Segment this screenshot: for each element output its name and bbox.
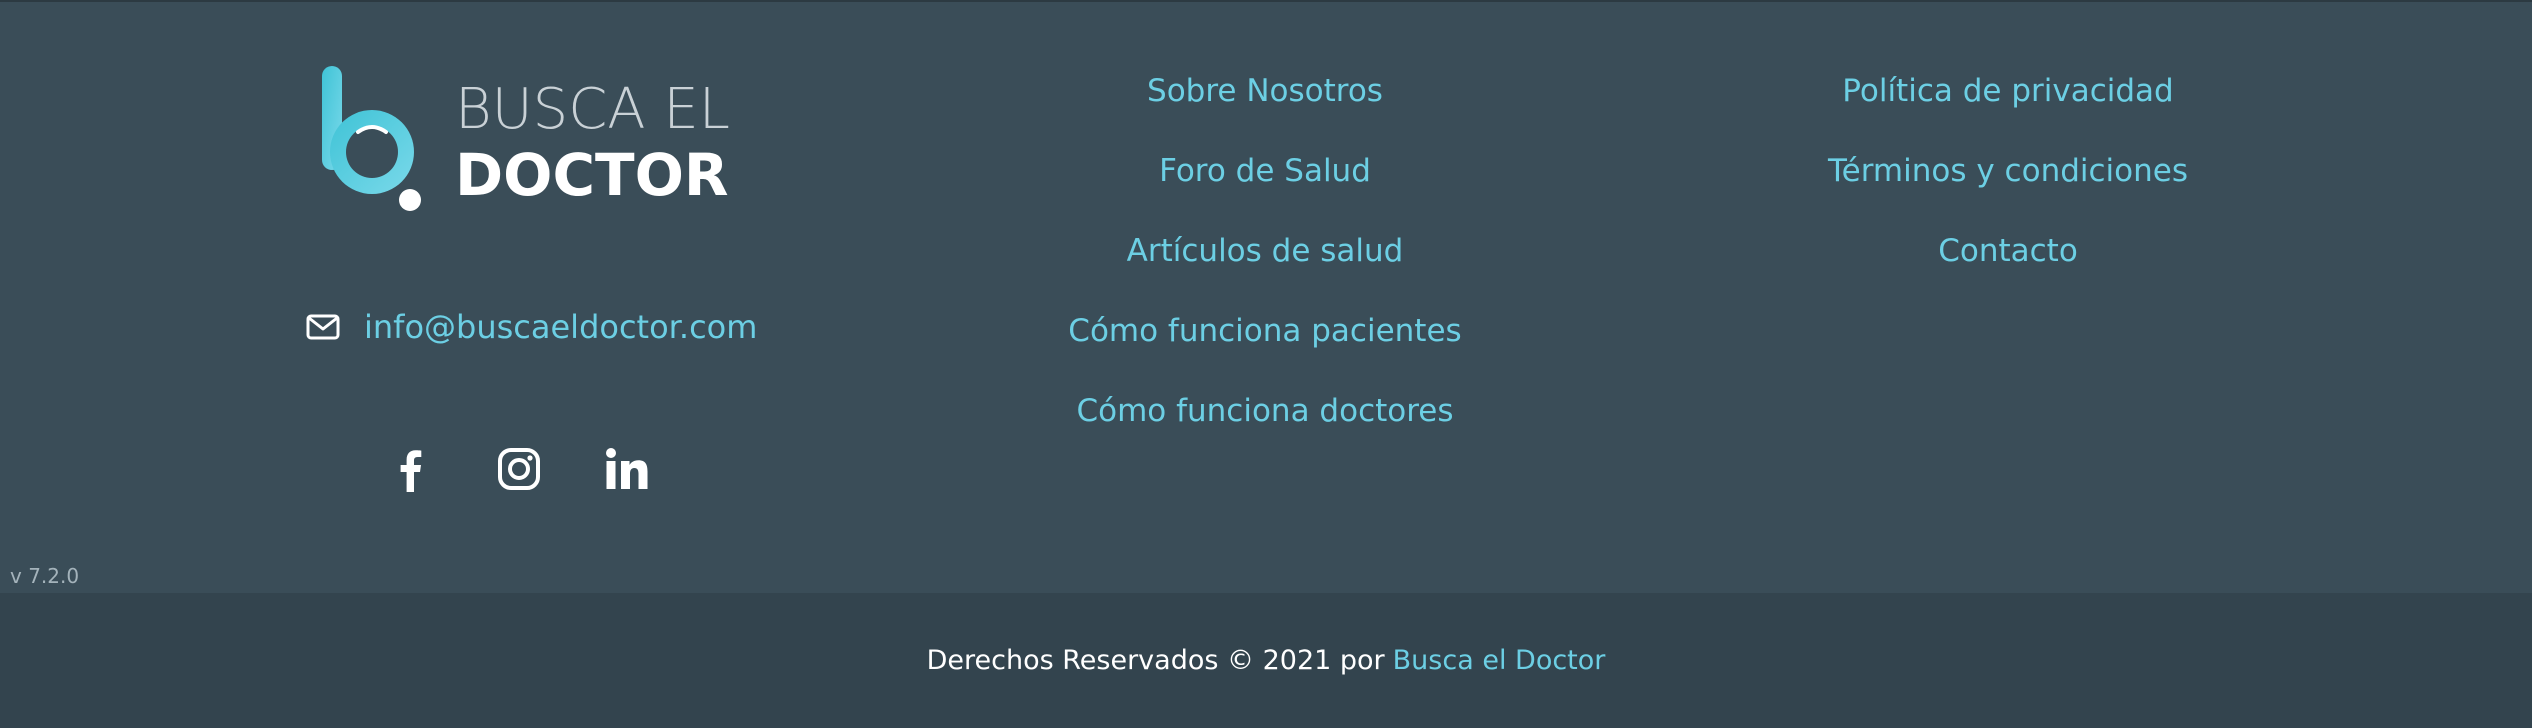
site-logo[interactable]: BUSCA EL DOCTOR — [318, 66, 730, 216]
logo-text-bottom: DOCTOR — [455, 141, 729, 209]
footer-links-column-1: Sobre Nosotros Foro de Salud Artículos d… — [1065, 64, 1465, 464]
copyright-brand-link[interactable]: Busca el Doctor — [1393, 645, 1606, 676]
instagram-link[interactable] — [496, 446, 542, 492]
link-sobre-nosotros[interactable]: Sobre Nosotros — [1147, 64, 1383, 144]
linkedin-link[interactable] — [604, 446, 650, 492]
facebook-link[interactable] — [388, 446, 434, 492]
link-contacto[interactable]: Contacto — [1938, 224, 2078, 304]
social-links — [388, 446, 650, 492]
link-articulos-de-salud[interactable]: Artículos de salud — [1127, 224, 1404, 304]
logo-text-top: BUSCA EL — [455, 77, 730, 142]
instagram-icon — [498, 448, 540, 490]
copyright-bar: Derechos Reservados © 2021 por Busca el … — [0, 593, 2532, 728]
email-link[interactable]: info@buscaeldoctor.com — [364, 308, 757, 346]
logo-mark-icon — [322, 66, 421, 211]
linkedin-icon — [606, 448, 648, 489]
copyright-text: Derechos Reservados © 2021 por — [926, 645, 1385, 676]
facebook-icon — [400, 450, 422, 492]
link-como-funciona-doctores[interactable]: Cómo funciona doctores — [1076, 384, 1453, 464]
envelope-icon — [306, 314, 340, 340]
link-politica-de-privacidad[interactable]: Política de privacidad — [1842, 64, 2173, 144]
version-label: v 7.2.0 — [10, 564, 80, 588]
footer-main: BUSCA EL DOCTOR info@buscaeldoctor.com S… — [0, 0, 2532, 593]
footer-links-column-2: Política de privacidad Términos y condic… — [1808, 64, 2208, 304]
link-terminos-y-condiciones[interactable]: Términos y condiciones — [1828, 144, 2188, 224]
link-como-funciona-pacientes[interactable]: Cómo funciona pacientes — [1068, 304, 1461, 384]
link-foro-de-salud[interactable]: Foro de Salud — [1159, 144, 1371, 224]
contact-email: info@buscaeldoctor.com — [306, 308, 757, 346]
